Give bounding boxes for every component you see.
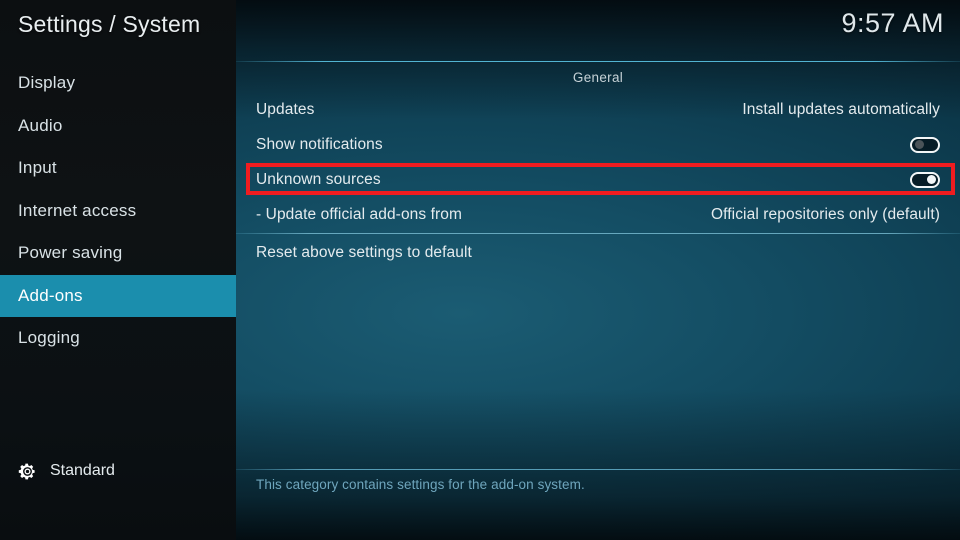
settings-level-label: Standard [50,462,115,479]
setting-value: Install updates automatically [742,100,940,118]
setting-row-update-official-add-ons-from[interactable]: - Update official add-ons from Official … [236,197,960,232]
sidebar-category-list: Display Audio Input Internet access Powe… [0,62,236,360]
category-description: This category contains settings for the … [256,477,585,492]
setting-row-unknown-sources[interactable]: Unknown sources [236,162,960,197]
header-separator [236,61,960,62]
sidebar-item-label: Add-ons [18,285,83,305]
show-notifications-toggle[interactable] [910,136,940,153]
sidebar-item-display[interactable]: Display [0,62,236,105]
sidebar-item-label: Audio [18,115,63,135]
setting-label: - Update official add-ons from [256,205,463,223]
settings-rows: Updates Install updates automatically Sh… [236,92,960,270]
toggle-knob [914,140,924,149]
kodi-settings-screen: Display Audio Input Internet access Powe… [0,0,960,540]
setting-row-updates[interactable]: Updates Install updates automatically [236,92,960,127]
sidebar-item-logging[interactable]: Logging [0,317,236,360]
sidebar-item-input[interactable]: Input [0,147,236,190]
unknown-sources-toggle[interactable] [910,171,940,188]
settings-group-header: General [572,70,624,85]
setting-row-show-notifications[interactable]: Show notifications [236,127,960,162]
sidebar-item-label: Internet access [18,200,137,220]
clock: 9:57 AM [841,8,944,38]
setting-label: Reset above settings to default [256,243,472,261]
footer-separator [236,469,960,470]
sidebar-item-add-ons[interactable]: Add-ons [0,274,236,317]
toggle-knob [926,175,936,184]
sidebar-item-audio[interactable]: Audio [0,105,236,148]
setting-label: Updates [256,100,315,118]
sidebar-item-internet-access[interactable]: Internet access [0,190,236,233]
sidebar-item-label: Power saving [18,243,123,263]
settings-level-button[interactable]: Standard [0,454,236,488]
setting-row-reset-to-default[interactable]: Reset above settings to default [236,235,960,270]
setting-label: Show notifications [256,135,383,153]
header-bar: Settings / System 9:57 AM [0,0,960,62]
sidebar-item-label: Input [18,158,57,178]
setting-value: Official repositories only (default) [710,205,940,223]
sidebar: Display Audio Input Internet access Powe… [0,0,236,540]
sidebar-item-label: Logging [18,328,80,348]
page-title: Settings / System [18,11,201,37]
setting-label: Unknown sources [256,170,381,188]
gear-icon [18,463,35,479]
sidebar-item-label: Display [18,73,76,93]
sidebar-item-power-saving[interactable]: Power saving [0,232,236,275]
